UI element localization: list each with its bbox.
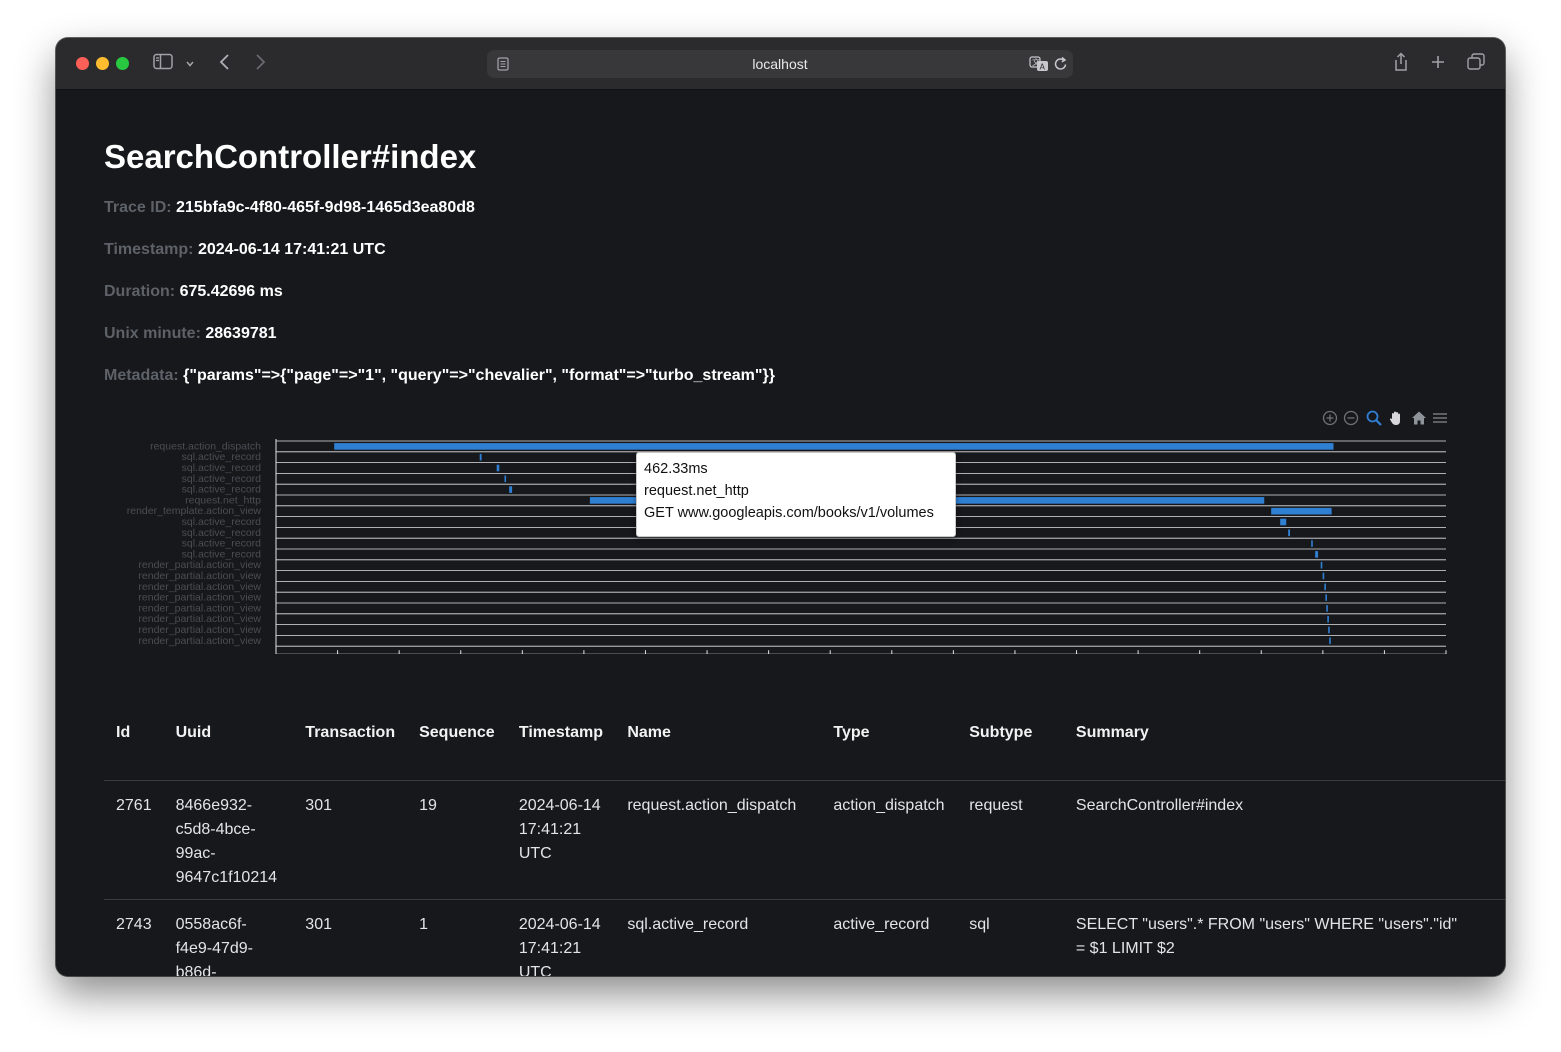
span-bar[interactable] (509, 486, 513, 493)
trace-id-value: 215bfa9c-4f80-465f-9d98-1465d3ea80d8 (176, 199, 475, 216)
span-bar[interactable] (334, 443, 1334, 450)
cell-subtype: request (957, 780, 1064, 900)
back-arrow-icon[interactable] (218, 53, 232, 76)
zoom-in-icon[interactable] (1322, 410, 1338, 431)
close-window-button[interactable] (76, 57, 89, 70)
cell-id: 2743 (104, 899, 164, 976)
metadata-label: Metadata: (104, 367, 179, 384)
duration-label: Duration: (104, 283, 176, 300)
trace-id-line: Trace ID: 215bfa9c-4f80-465f-9d98-1465d3… (104, 199, 475, 217)
address-bar[interactable]: localhost 文A (487, 50, 1073, 78)
span-bar[interactable] (504, 475, 507, 483)
minimize-window-button[interactable] (96, 57, 109, 70)
pan-hand-icon[interactable] (1388, 410, 1404, 431)
new-tab-icon[interactable] (1430, 54, 1446, 75)
page-title: SearchController#index (104, 138, 477, 175)
forward-arrow-icon[interactable] (253, 53, 267, 76)
home-reset-icon[interactable] (1411, 410, 1427, 431)
timestamp-value: 2024-06-14 17:41:21 UTC (197, 241, 386, 258)
tooltip-name: request.net_http (644, 483, 749, 499)
cell-transaction: 301 (293, 899, 408, 976)
span-tooltip: 462.33ms request.net_http GET www.google… (636, 452, 956, 537)
zoom-selection-icon[interactable] (1366, 410, 1382, 431)
column-header-name[interactable]: Name (615, 686, 822, 781)
span-bar[interactable] (1320, 561, 1323, 569)
cell-timestamp: 2024-06-14 17:41:21 UTC (506, 780, 616, 900)
cell-uuid: 0558ac6f-f4e9-47d9-b86d-aa604acc190a (163, 899, 294, 976)
span-bar[interactable] (496, 464, 500, 472)
column-header-sequence[interactable]: Sequence (407, 686, 507, 781)
table-row[interactable]: 2761 8466e932- c5d8-4bce- 99ac- 9647c1f1021… (104, 780, 1505, 900)
column-header-type[interactable]: Type (821, 686, 958, 781)
span-bar[interactable] (1311, 540, 1313, 547)
column-header-transaction[interactable]: Transaction (293, 686, 408, 781)
tab-overview-icon[interactable] (1466, 53, 1486, 76)
browser-window: localhost 文A SearchController#index Trac… (56, 38, 1505, 976)
unix-minute-line: Unix minute: 28639781 (104, 325, 277, 343)
url-text: localhost (752, 56, 808, 72)
tooltip-detail: GET www.googleapis.com/books/v1/volumes (644, 505, 934, 521)
duration-value: 675.42696 ms (179, 283, 283, 300)
browser-toolbar: localhost 文A (56, 38, 1505, 90)
column-header-summary[interactable]: Summary (1063, 686, 1505, 781)
events-table: Id Uuid Transaction Sequence Timestamp N… (104, 686, 1505, 976)
column-header-uuid[interactable]: Uuid (163, 686, 294, 781)
translate-icon[interactable]: 文A (1029, 56, 1049, 77)
span-bar[interactable] (1329, 637, 1331, 645)
cell-summary: SELECT "users".* FROM "users" WHERE "use… (1063, 899, 1505, 976)
svg-text:A: A (1040, 63, 1046, 72)
timestamp-line: Timestamp: 2024-06-14 17:41:21 UTC (104, 241, 386, 259)
span-bar[interactable] (1328, 626, 1330, 634)
span-bar[interactable] (1288, 529, 1291, 537)
cell-name: sql.active_record (615, 899, 822, 976)
column-header-timestamp[interactable]: Timestamp (506, 686, 616, 781)
cell-name: request.action_dispatch (615, 780, 822, 900)
span-bar[interactable] (1327, 615, 1329, 623)
cell-id: 2761 (104, 780, 164, 900)
column-header-id[interactable]: Id (104, 686, 164, 781)
span-bar[interactable] (1271, 507, 1332, 515)
span-bar[interactable] (1325, 594, 1327, 601)
cell-timestamp: 2024-06-14 17:41:21 UTC (506, 899, 616, 976)
table-row[interactable]: 2743 0558ac6f-f4e9-47d9-b86d-aa604acc190… (104, 899, 1505, 976)
cell-type: active_record (821, 899, 958, 976)
cell-type: action_dispatch (821, 780, 958, 900)
cell-uuid: 8466e932- c5d8-4bce- 99ac- 9647c1f10214 (163, 780, 294, 900)
zoom-window-button[interactable] (116, 57, 129, 70)
chevron-down-icon[interactable] (185, 55, 195, 75)
timestamp-label: Timestamp: (104, 241, 194, 258)
span-bar[interactable] (1324, 583, 1326, 591)
tooltip-duration: 462.33ms (644, 461, 708, 477)
cell-sequence: 19 (407, 780, 507, 900)
trace-id-label: Trace ID: (104, 199, 172, 216)
span-bar[interactable] (479, 453, 482, 461)
cell-subtype: sql (957, 899, 1064, 976)
span-bar[interactable] (1322, 572, 1325, 580)
cell-summary: SearchController#index (1063, 780, 1505, 900)
duration-line: Duration: 675.42696 ms (104, 283, 283, 301)
y-tick-label: render_partial.action_view (138, 635, 261, 647)
unix-minute-value: 28639781 (205, 325, 277, 342)
menu-icon[interactable] (1432, 410, 1448, 431)
metadata-line: Metadata: {"params"=>{"page"=>"1", "quer… (104, 367, 775, 385)
span-bar[interactable] (1326, 605, 1328, 612)
page-content: SearchController#index Trace ID: 215bfa9… (56, 90, 1505, 976)
cell-transaction: 301 (293, 780, 408, 900)
unix-minute-label: Unix minute: (104, 325, 201, 342)
span-bar[interactable] (1280, 518, 1287, 526)
share-icon[interactable] (1393, 52, 1409, 77)
span-bar[interactable] (1315, 551, 1319, 558)
metadata-value: {"params"=>{"page"=>"1", "query"=>"cheva… (183, 367, 775, 384)
zoom-out-icon[interactable] (1343, 410, 1359, 431)
column-header-subtype[interactable]: Subtype (957, 686, 1064, 781)
chart-toolbar (1322, 410, 1452, 430)
cell-sequence: 1 (407, 899, 507, 976)
table-header-row: Id Uuid Transaction Sequence Timestamp N… (104, 686, 1505, 781)
reload-icon[interactable] (1053, 56, 1068, 77)
sidebar-toggle-icon[interactable] (153, 53, 173, 75)
